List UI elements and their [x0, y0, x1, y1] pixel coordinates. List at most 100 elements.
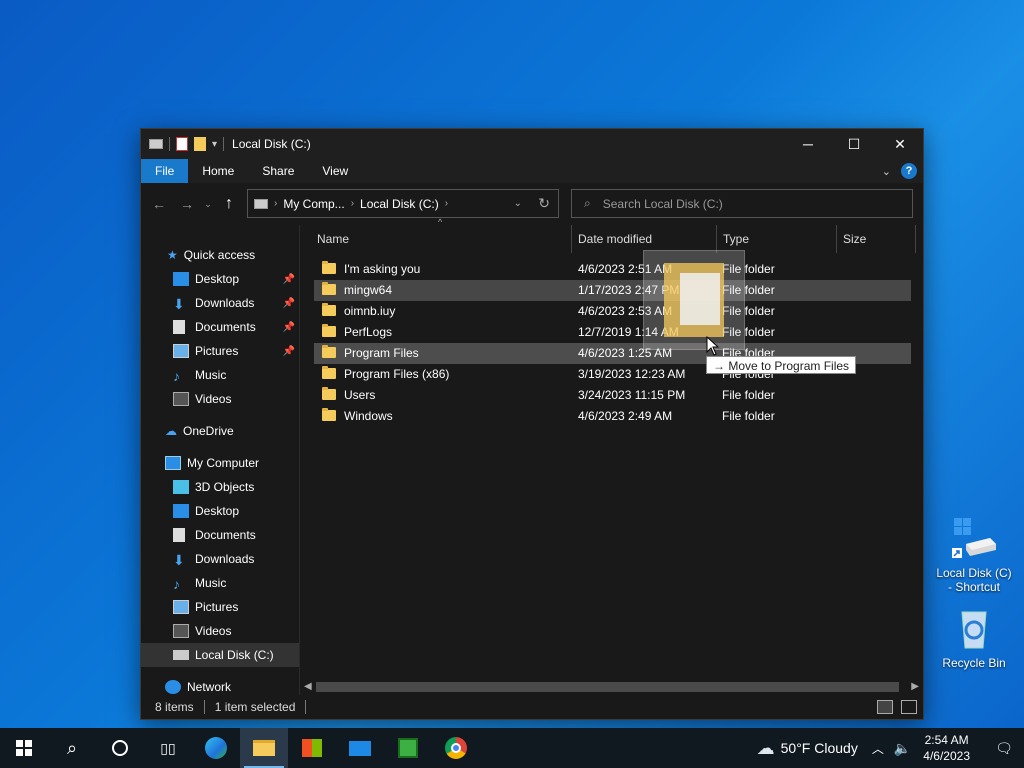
desktop-icon — [173, 504, 189, 518]
address-bar[interactable]: › My Comp... › Local Disk (C:) › ⌄ ↻ — [247, 189, 559, 218]
column-header-date[interactable]: Date modified — [573, 225, 717, 253]
nav-quick-access[interactable]: ★ Quick access — [141, 243, 299, 267]
selection-count: 1 item selected — [214, 700, 296, 714]
customize-qa-icon[interactable]: ▾ — [212, 139, 217, 150]
task-view-button[interactable]: ▯▯ — [144, 728, 192, 768]
up-button[interactable]: ↑ — [215, 195, 243, 213]
nav-pictures[interactable]: Pictures — [141, 595, 299, 619]
clock[interactable]: 2:54 AM 4/6/2023 — [923, 732, 970, 764]
download-arrow-icon: ⬇ — [173, 296, 185, 312]
chevron-up-icon[interactable]: ︿ — [872, 740, 884, 757]
nav-quick-desktop[interactable]: Desktop 📌 — [141, 267, 299, 291]
list-item[interactable]: PerfLogs 12/7/2019 1:14 AM File folder — [300, 322, 923, 343]
network-icon — [165, 680, 181, 694]
column-header-type[interactable]: Type — [718, 225, 837, 253]
videos-icon — [173, 392, 189, 406]
pin-icon: 📌 — [282, 297, 295, 309]
forward-button[interactable]: → — [173, 196, 201, 212]
desktop-icon-local-disk-shortcut[interactable]: Local Disk (C) - Shortcut — [934, 514, 1014, 594]
nav-quick-documents[interactable]: Documents 📌 — [141, 315, 299, 339]
nav-videos[interactable]: Videos — [141, 619, 299, 643]
computer-icon — [165, 456, 181, 470]
notification-center-button[interactable]: 🗨 — [984, 740, 1024, 757]
large-icons-view-icon[interactable] — [901, 700, 917, 714]
properties-icon[interactable] — [176, 137, 188, 151]
windows-logo-icon — [16, 740, 32, 756]
maximize-button[interactable]: ☐ — [831, 129, 877, 159]
list-item[interactable]: Users 3/24/2023 11:15 PM File folder — [300, 385, 923, 406]
taskbar-store[interactable] — [288, 728, 336, 768]
search-box[interactable]: ⌕ Search Local Disk (C:) — [571, 189, 913, 218]
tab-view[interactable]: View — [308, 159, 362, 183]
documents-icon — [173, 528, 185, 542]
list-item[interactable]: Windows 4/6/2023 2:49 AM File folder — [300, 406, 923, 427]
nav-onedrive[interactable]: ☁ OneDrive — [141, 419, 299, 443]
search-input[interactable]: Search Local Disk (C:) — [603, 197, 723, 211]
column-header-name[interactable]: Name — [312, 225, 572, 253]
taskbar-minecraft[interactable] — [384, 728, 432, 768]
nav-documents[interactable]: Documents — [141, 523, 299, 547]
address-dropdown-icon[interactable]: ⌄ — [514, 198, 522, 209]
list-item[interactable]: I'm asking you 4/6/2023 2:51 AM File fol… — [300, 259, 923, 280]
nav-local-disk[interactable]: Local Disk (C:) — [141, 643, 299, 667]
nav-quick-music[interactable]: ♪ Music — [141, 363, 299, 387]
chevron-right-icon[interactable]: › — [351, 198, 354, 209]
scrollbar-thumb[interactable] — [316, 682, 899, 692]
nav-downloads[interactable]: ⬇ Downloads — [141, 547, 299, 571]
volume-icon[interactable]: 🔈 — [894, 740, 911, 757]
separator — [305, 700, 307, 714]
nav-music[interactable]: ♪ Music — [141, 571, 299, 595]
column-header-size[interactable]: Size — [838, 225, 916, 253]
horizontal-scrollbar[interactable]: ◀ ▶ — [300, 679, 923, 695]
desktop-icon-recycle-bin[interactable]: Recycle Bin — [934, 604, 1014, 670]
scroll-right-arrow[interactable]: ▶ — [911, 679, 919, 695]
minimize-button[interactable]: ─ — [785, 129, 831, 159]
cortana-button[interactable] — [96, 728, 144, 768]
music-note-icon: ♪ — [173, 368, 180, 384]
tab-share[interactable]: Share — [248, 159, 308, 183]
search-icon: ⌕ — [66, 737, 78, 758]
title-bar[interactable]: ▾ Local Disk (C:) ─ ☐ ✕ — [141, 129, 923, 159]
taskbar: ⌕ ▯▯ ☁ 50°F Cloudy ︿ 🔈 2:54 AM 4/6/2023 … — [0, 728, 1024, 768]
column-headers: Name Date modified Type Size ^ — [300, 217, 923, 253]
folder-icon — [322, 261, 336, 274]
breadcrumb-local-disk[interactable]: Local Disk (C:) — [360, 197, 439, 211]
help-icon[interactable]: ? — [901, 163, 917, 179]
weather-widget[interactable]: ☁ 50°F Cloudy — [757, 738, 858, 759]
folder-icon — [322, 387, 336, 400]
pictures-icon — [173, 344, 189, 358]
taskbar-file-explorer[interactable] — [240, 728, 288, 768]
store-icon — [302, 739, 322, 757]
file-explorer-window: ▾ Local Disk (C:) ─ ☐ ✕ File Home Share … — [140, 128, 924, 720]
navigation-bar: ← → ⌄ ↑ › My Comp... › Local Disk (C:) ›… — [141, 183, 923, 225]
nav-quick-pictures[interactable]: Pictures 📌 — [141, 339, 299, 363]
folder-icon — [322, 366, 336, 379]
folder-icon — [322, 324, 336, 337]
recent-locations-button[interactable]: ⌄ — [201, 199, 215, 210]
search-button[interactable]: ⌕ — [48, 728, 96, 768]
nav-3d-objects[interactable]: 3D Objects — [141, 475, 299, 499]
chevron-right-icon[interactable]: › — [445, 198, 448, 209]
nav-quick-videos[interactable]: Videos — [141, 387, 299, 411]
details-view-icon[interactable] — [877, 700, 893, 714]
refresh-icon[interactable]: ↻ — [538, 195, 550, 212]
scroll-left-arrow[interactable]: ◀ — [304, 679, 312, 695]
nav-desktop[interactable]: Desktop — [141, 499, 299, 523]
taskbar-edge[interactable] — [192, 728, 240, 768]
mail-icon — [349, 740, 371, 756]
breadcrumb-my-computer[interactable]: My Comp... — [283, 197, 344, 211]
dragged-document-icon — [680, 273, 720, 325]
nav-quick-downloads[interactable]: ⬇ Downloads 📌 — [141, 291, 299, 315]
list-item[interactable]: oimnb.iuy 4/6/2023 2:53 AM File folder — [300, 301, 923, 322]
tab-home[interactable]: Home — [188, 159, 248, 183]
expand-ribbon-icon[interactable]: ⌄ — [882, 165, 891, 178]
close-button[interactable]: ✕ — [877, 129, 923, 159]
back-button[interactable]: ← — [145, 196, 173, 212]
tab-file[interactable]: File — [141, 159, 189, 183]
list-item[interactable]: mingw64 1/17/2023 2:47 PM File folder — [314, 280, 911, 301]
new-folder-icon[interactable] — [194, 137, 206, 151]
start-button[interactable] — [0, 728, 48, 768]
nav-my-computer[interactable]: My Computer — [141, 451, 299, 475]
taskbar-chrome[interactable] — [432, 728, 480, 768]
taskbar-mail[interactable] — [336, 728, 384, 768]
